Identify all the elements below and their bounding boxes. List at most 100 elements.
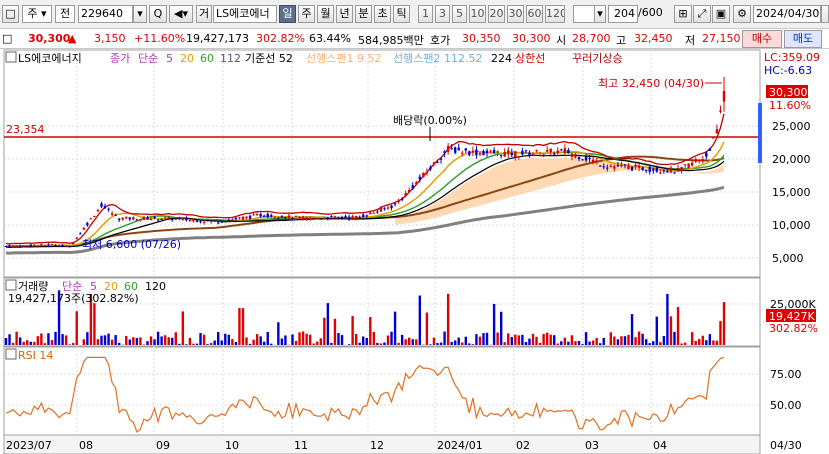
interval-button-7[interactable]: 120 (545, 5, 565, 23)
candle-body (606, 167, 609, 169)
candle-body (666, 171, 669, 173)
chart-area[interactable]: 23,354 LS에코에너지 종가 단순 5 20 60 112 기준선 52 … (0, 49, 829, 454)
data-count-input[interactable]: 204 (608, 5, 638, 23)
chart-toolbar: □ 주 ▾ 전 229640 ▾ Q ◀▾ 거 LS에코에너 일주월년분초틱 1… (0, 0, 829, 29)
candle-body (8, 245, 11, 247)
candle-body (584, 155, 588, 161)
period-button-6[interactable]: 틱 (393, 5, 410, 23)
candle-body (284, 216, 287, 219)
volume-bar (185, 344, 188, 345)
price-scroll-handle[interactable] (758, 103, 762, 163)
candle-body (478, 152, 482, 155)
candle-body (217, 222, 220, 224)
legend-upper-limit: 상한선 (515, 52, 545, 65)
price-axis-label: 25,000 (772, 120, 811, 133)
candle-body (521, 150, 524, 155)
candle-body (616, 165, 620, 167)
volume-bar (64, 335, 68, 345)
volume-bar (641, 333, 644, 345)
calendar-icon[interactable] (821, 5, 829, 23)
open-price: 28,700 (572, 32, 611, 45)
time-axis-label: 09 (156, 439, 170, 452)
interval-button-1[interactable]: 3 (435, 5, 450, 23)
period-button-4[interactable]: 분 (355, 5, 372, 23)
period-button-2[interactable]: 월 (317, 5, 334, 23)
volume-bar (202, 334, 206, 345)
volume-bar (712, 340, 715, 345)
candle-body (379, 208, 383, 212)
candle-body (312, 217, 315, 219)
time-axis-label: 02 (516, 439, 530, 452)
interval-button-3[interactable]: 10 (469, 5, 486, 23)
volume-bar (40, 333, 43, 345)
volume-bar (457, 337, 460, 345)
date-input[interactable]: 2024/04/30 (753, 5, 821, 23)
save-icon[interactable]: ▣ (712, 5, 730, 23)
interval-button-2[interactable]: 5 (452, 5, 467, 23)
price-axis-label: 20,000 (772, 153, 811, 166)
volume-bar (36, 336, 40, 345)
interval-button-4[interactable]: 20 (488, 5, 505, 23)
candle-body (100, 203, 103, 207)
candle-body (623, 164, 627, 166)
trade-button[interactable]: 거 (196, 5, 212, 23)
period-button-0[interactable]: 일 (279, 5, 296, 23)
period-button-1[interactable]: 주 (298, 5, 315, 23)
code-dropdown-icon[interactable]: ▾ (133, 5, 147, 23)
high-price: 32,450 (634, 32, 673, 45)
volume-bar (698, 338, 701, 345)
stock-name-field[interactable]: LS에코에너 (213, 5, 277, 23)
gear-icon[interactable]: ⚙ (733, 5, 751, 23)
volume-bar (521, 334, 524, 345)
price-change: 3,150 (94, 32, 126, 45)
candle-body (61, 244, 64, 246)
price-axis-label: 10,000 (772, 219, 811, 232)
interval-dropdown-icon[interactable]: ▾ (594, 5, 606, 23)
period-button-3[interactable]: 년 (336, 5, 353, 23)
chart-tools-icon[interactable]: ⊞ (674, 5, 692, 23)
volume-bar (683, 342, 687, 345)
search-icon[interactable]: Q (149, 5, 167, 23)
candle-body (609, 166, 613, 168)
stock-code-input[interactable]: 229640 (78, 5, 133, 23)
quote-toggle-icon[interactable]: □ (2, 32, 12, 45)
ask-price: 30,350 (462, 32, 501, 45)
candle-body (415, 182, 418, 185)
volume-legend-box-icon[interactable] (5, 279, 17, 291)
volume-bar (507, 333, 510, 345)
speaker-icon[interactable]: ◀▾ (169, 5, 193, 23)
draw-tool-icon[interactable]: ⤢ (693, 5, 711, 23)
candle-body (698, 159, 701, 161)
candle-body (652, 168, 655, 171)
volume-bar (181, 311, 185, 345)
rsi-legend-box-icon[interactable] (5, 348, 17, 360)
stock-chart-svg[interactable]: 23,354 LS에코에너지 종가 단순 5 20 60 112 기준선 52 … (0, 49, 829, 454)
volume-bar (358, 342, 361, 345)
legend-close: 종가 (110, 52, 130, 65)
volume-bar (436, 343, 439, 345)
time-axis-label: 10 (225, 439, 239, 452)
prev-button[interactable]: 전 (55, 5, 75, 23)
interval-button-5[interactable]: 30 (507, 5, 524, 23)
legend-box-icon[interactable] (5, 51, 17, 63)
volume-bar (478, 336, 482, 345)
candle-body (64, 245, 68, 247)
window-icon[interactable]: □ (2, 5, 19, 23)
candle-body (453, 147, 457, 153)
price-change-pct: +11.60% (134, 32, 186, 45)
buy-button[interactable]: 매수 (742, 30, 782, 48)
volume-bar (531, 333, 535, 345)
sell-button[interactable]: 매도 (784, 30, 822, 48)
candle-body (82, 227, 86, 230)
volume-bar (117, 342, 121, 345)
interval-button-6[interactable]: 60 (526, 5, 543, 23)
mode-select[interactable]: 주 ▾ (22, 5, 52, 23)
interval-button-0[interactable]: 1 (418, 5, 433, 23)
volume-bar (376, 342, 379, 345)
candle-body (153, 216, 156, 218)
volume-bar (231, 339, 234, 345)
period-button-5[interactable]: 초 (374, 5, 391, 23)
candle-body (262, 215, 266, 217)
volume-bar (362, 336, 365, 345)
volume-bar (326, 303, 330, 345)
